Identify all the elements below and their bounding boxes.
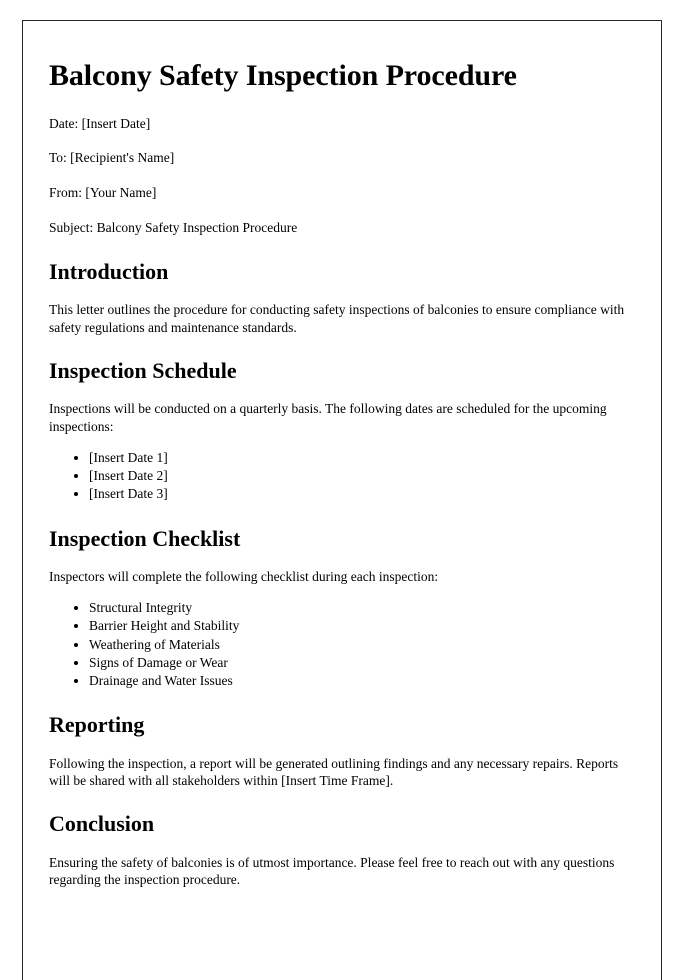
list-item: [Insert Date 2] <box>89 467 635 485</box>
list-item: Signs of Damage or Wear <box>89 654 635 672</box>
list-item: [Insert Date 1] <box>89 449 635 467</box>
section-inspection-checklist: Inspection Checklist Inspectors will com… <box>49 526 635 691</box>
section-paragraph-conclusion: Ensuring the safety of balconies is of u… <box>49 854 615 887</box>
section-paragraph-introduction: This letter outlines the procedure for c… <box>49 302 625 335</box>
checklist-item-list: Structural Integrity Barrier Height and … <box>49 599 635 690</box>
section-reporting: Reporting Following the inspection, a re… <box>49 712 635 789</box>
section-paragraph-inspection-checklist: Inspectors will complete the following c… <box>49 568 439 584</box>
list-item: Weathering of Materials <box>89 636 635 654</box>
list-item: Drainage and Water Issues <box>89 672 635 690</box>
section-heading-reporting: Reporting <box>49 712 145 738</box>
list-item: Structural Integrity <box>89 599 635 617</box>
section-heading-conclusion: Conclusion <box>49 811 155 837</box>
schedule-date-list: [Insert Date 1] [Insert Date 2] [Insert … <box>49 449 635 504</box>
section-introduction: Introduction This letter outlines the pr… <box>49 259 635 336</box>
list-item: [Insert Date 3] <box>89 485 635 503</box>
section-inspection-schedule: Inspection Schedule Inspections will be … <box>49 358 635 504</box>
section-heading-inspection-checklist: Inspection Checklist <box>49 525 241 551</box>
list-item: Barrier Height and Stability <box>89 617 635 635</box>
section-conclusion: Conclusion Ensuring the safety of balcon… <box>49 811 635 888</box>
meta-line-date: Date: [Insert Date] <box>49 115 151 131</box>
section-paragraph-reporting: Following the inspection, a report will … <box>49 755 619 788</box>
document-body: Balcony Safety Inspection Procedure Date… <box>23 21 661 888</box>
section-heading-introduction: Introduction <box>49 259 169 284</box>
section-paragraph-inspection-schedule: Inspections will be conducted on a quart… <box>49 401 607 434</box>
document-page: Balcony Safety Inspection Procedure Date… <box>22 20 662 980</box>
meta-line-to: To: [Recipient's Name] <box>49 150 175 166</box>
meta-line-subject: Subject: Balcony Safety Inspection Proce… <box>49 220 298 236</box>
meta-line-from: From: [Your Name] <box>49 185 157 201</box>
page-title: Balcony Safety Inspection Procedure <box>49 59 517 92</box>
section-heading-inspection-schedule: Inspection Schedule <box>49 357 237 383</box>
